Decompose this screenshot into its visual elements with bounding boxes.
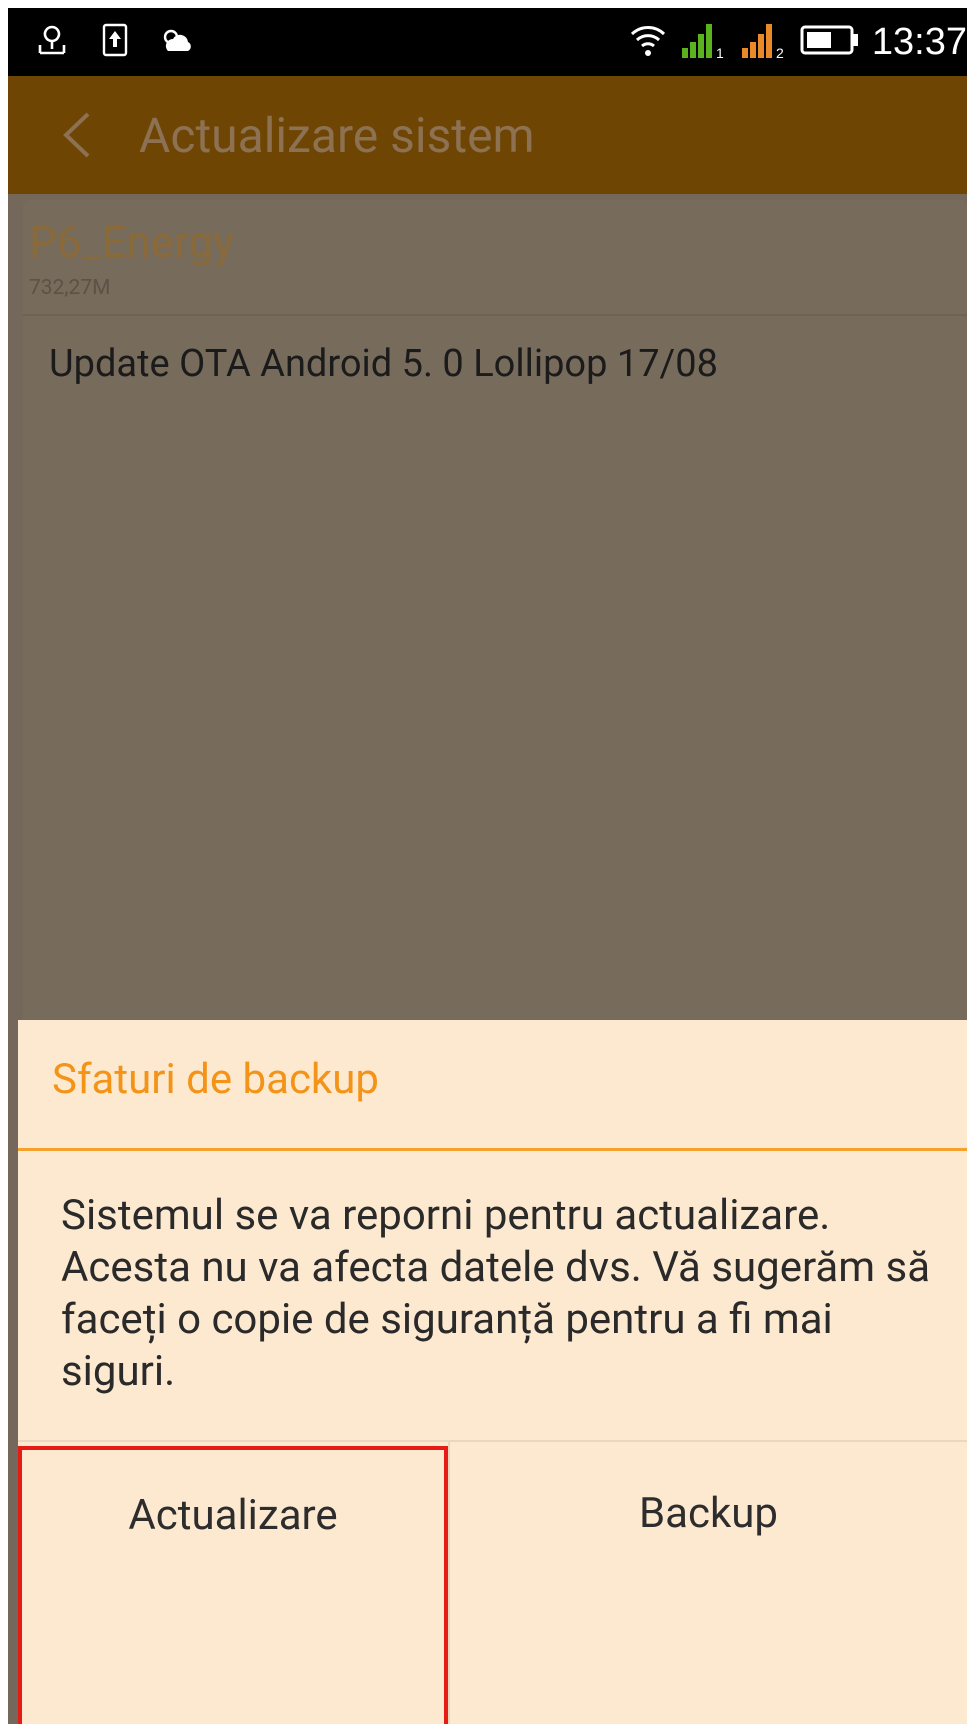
package-header: P6_Energy 732,27M <box>23 200 967 316</box>
signal-sim1-icon: 1 <box>680 20 728 64</box>
dialog-title: Sfaturi de backup <box>52 1055 379 1104</box>
usb-debug-icon <box>32 23 72 61</box>
package-name: P6_Energy <box>29 216 235 268</box>
dialog-message: Sistemul se va reporni pentru actualizar… <box>61 1191 931 1396</box>
package-description: Update OTA Android 5. 0 Lollipop 17/08 <box>49 342 718 386</box>
wifi-icon <box>628 20 668 64</box>
svg-text:1: 1 <box>716 45 724 60</box>
notification-icons <box>32 23 196 61</box>
dialog-divider <box>18 1148 967 1151</box>
status-bar: 1 2 13:37 <box>8 8 967 76</box>
screen: 1 2 13:37 Actualizare sistem P6_Energy 7… <box>8 8 967 1724</box>
app-bar: Actualizare sistem <box>8 76 967 194</box>
page-title: Actualizare sistem <box>139 107 535 164</box>
weather-icon <box>158 23 196 61</box>
chevron-left-icon <box>63 112 90 158</box>
sim-icon <box>102 23 128 61</box>
signal-sim2-icon: 2 <box>740 20 788 64</box>
back-button[interactable] <box>54 110 104 160</box>
update-button-label: Actualizare <box>128 1491 338 1540</box>
system-status-icons: 1 2 13:37 <box>628 18 967 66</box>
clock: 13:37 <box>871 21 967 63</box>
svg-text:2: 2 <box>776 45 784 60</box>
package-size: 732,27M <box>29 276 111 300</box>
backup-button-label: Backup <box>638 1489 779 1538</box>
backup-button[interactable]: Backup <box>450 1442 967 1724</box>
backup-dialog: Sfaturi de backup Sistemul se va reporni… <box>18 1020 967 1724</box>
battery-icon <box>800 24 860 60</box>
update-button[interactable]: Actualizare <box>18 1446 448 1724</box>
